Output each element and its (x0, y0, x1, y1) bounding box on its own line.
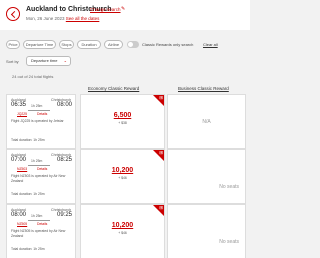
seat-icon: ⊞ (159, 205, 163, 210)
economy-fare-cell[interactable]: ⊞ 10,200 + $46 (80, 149, 165, 204)
aircraft-details-link[interactable]: Details (37, 167, 47, 171)
operator-text: Flight JQ225 is operated by Jetstar (11, 119, 64, 123)
aircraft-details-link[interactable]: Details (37, 222, 47, 226)
filter-departure-time-chip[interactable]: Departure Time (23, 40, 56, 49)
flight-details: Auckland Christchurch 07:00 1h 25m 08:25… (6, 149, 76, 204)
flight-details: Auckland Christchurch 06:35 1h 25m 08:00… (6, 94, 76, 149)
sort-select-value: Departure time (31, 58, 58, 63)
business-column-header[interactable]: Business Classic Reward (178, 86, 229, 91)
sort-select[interactable]: Departure time ⌄ (26, 56, 71, 66)
economy-fare-cell[interactable]: ⊞ 6,500 + $38 (80, 94, 165, 149)
seat-icon: ⊞ (159, 95, 163, 100)
flight-number-link[interactable]: JQ225 (17, 112, 27, 116)
flight-card: Auckland Christchurch 07:00 1h 25m 08:25… (6, 149, 246, 204)
flight-number-link[interactable]: NZ505 (17, 222, 27, 226)
total-duration: Total duration: 1h 25m (11, 192, 45, 196)
economy-fare-cell[interactable]: ⊞ 10,200 + $46 (80, 204, 165, 258)
route-line (28, 110, 50, 111)
route-line (28, 220, 50, 221)
flight-duration: 1h 25m (31, 159, 43, 163)
economy-points[interactable]: 10,200 (81, 222, 164, 229)
date-text: Mon, 26 June 2023 (26, 16, 65, 21)
search-header: Auckland to Christchurch Change search ✎… (0, 0, 250, 30)
seat-icon: ⊞ (159, 150, 163, 155)
filter-stops-chip[interactable]: Stops (59, 40, 74, 49)
filter-bar: Price Departure Time Stops Duration Airl… (6, 40, 246, 50)
sort-by-label: Sort by (6, 59, 19, 64)
travel-date: Mon, 26 June 2023 See all the dates (26, 16, 99, 21)
pencil-icon[interactable]: ✎ (121, 6, 125, 12)
business-fare-cell: No seats (167, 204, 246, 258)
business-availability: N/A (202, 119, 211, 125)
classic-rewards-toggle[interactable] (127, 41, 139, 48)
economy-points[interactable]: 10,200 (81, 167, 164, 174)
operator-text: Flight NZ503 is operated by Air New Zeal… (11, 174, 66, 183)
flight-duration: 1h 25m (31, 214, 43, 218)
economy-points[interactable]: 6,500 (81, 112, 164, 119)
flight-duration: 1h 25m (31, 104, 43, 108)
economy-taxes: + $46 (118, 231, 127, 235)
operator-text: Flight NZ505 is operated by Air New Zeal… (11, 229, 66, 238)
departure-time: 06:35 (11, 102, 27, 108)
filter-duration-chip[interactable]: Duration (77, 40, 101, 49)
flight-card: Auckland Christchurch 06:35 1h 25m 08:00… (6, 94, 246, 149)
business-fare-cell: N/A (167, 94, 246, 149)
flight-card: Auckland Christchurch 08:00 1h 25m 09:25… (6, 204, 246, 258)
clear-all-link[interactable]: Clear all (203, 42, 218, 47)
economy-taxes: + $38 (118, 121, 127, 125)
aircraft-details-link[interactable]: Details (37, 112, 47, 116)
arrival-time: 09:25 (57, 212, 73, 218)
economy-column-header[interactable]: Economy Classic Reward (88, 86, 139, 91)
economy-taxes: + $46 (118, 176, 127, 180)
business-fare-cell: No seats (167, 149, 246, 204)
filter-airline-chip[interactable]: Airline (104, 40, 123, 49)
business-availability: No seats (219, 239, 239, 245)
departure-time: 07:00 (11, 157, 27, 163)
total-duration: Total duration: 1h 25m (11, 138, 45, 142)
route-line (28, 165, 50, 166)
see-all-dates-link[interactable]: See all the dates (66, 16, 100, 21)
business-availability: No seats (219, 184, 239, 190)
arrival-time: 08:25 (57, 157, 73, 163)
change-search-link[interactable]: Change search (90, 7, 121, 12)
departure-time: 08:00 (11, 212, 27, 218)
arrival-time: 08:00 (57, 102, 73, 108)
total-duration: Total duration: 1h 25m (11, 247, 45, 251)
filter-price-chip[interactable]: Price (6, 40, 20, 49)
flight-details: Auckland Christchurch 08:00 1h 25m 09:25… (6, 204, 76, 258)
flight-number-link[interactable]: NZ503 (17, 167, 27, 171)
back-icon[interactable] (6, 7, 20, 21)
classic-rewards-toggle-label: Classic Rewards only search (142, 42, 194, 47)
chevron-down-icon: ⌄ (63, 58, 67, 63)
results-count: 24 out of 24 total flights (12, 74, 54, 79)
